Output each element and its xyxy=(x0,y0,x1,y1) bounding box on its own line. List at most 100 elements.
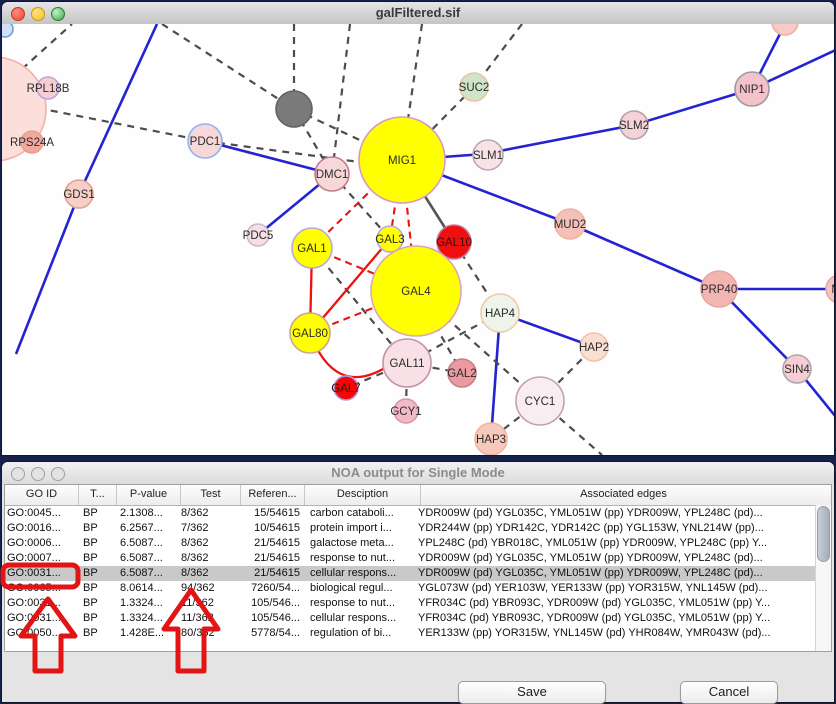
table-cell: cellular respons... xyxy=(300,611,415,626)
graph-node-label-GAL2: GAL2 xyxy=(447,368,476,380)
column-header-1[interactable]: T... xyxy=(79,485,117,505)
table-body: GO:0045...BP2.1308...8/36215/54615carbon… xyxy=(5,506,831,641)
table-cell: 6.5087... xyxy=(115,536,178,551)
graph-node-label-GAL1: GAL1 xyxy=(297,243,326,255)
graph-window-titlebar[interactable]: galFiltered.sif xyxy=(2,2,834,25)
table-cell: BP xyxy=(78,521,115,536)
table-cell: 11/362 xyxy=(178,596,237,611)
graph-node-gray-node[interactable] xyxy=(276,91,312,127)
table-row[interactable]: GO:0007...BP6.5087...8/36221/54615respon… xyxy=(5,551,831,566)
table-cell: galactose meta... xyxy=(300,536,415,551)
column-header-4[interactable]: Referen... xyxy=(241,485,305,505)
table-cell: BP xyxy=(78,581,115,596)
graph-node-label-SUC2: SUC2 xyxy=(459,82,490,94)
table-cell: GO:0045... xyxy=(5,506,78,521)
graph-edge-blue xyxy=(484,125,634,154)
table-cell: biological regul... xyxy=(300,581,415,596)
table-cell: 8/362 xyxy=(178,551,237,566)
table-row[interactable]: GO:0006...BP6.5087...8/36221/54615galact… xyxy=(5,536,831,551)
network-canvas[interactable]: RPL18BRPS24AGDS1PDC1DMC1SUC2MIG1SLM1SLM2… xyxy=(2,24,834,455)
table-cell: protein import i... xyxy=(300,521,415,536)
table-cell: BP xyxy=(78,626,115,641)
table-row[interactable]: GO:0031...BP6.5087...8/36221/54615cellul… xyxy=(5,566,831,581)
graph-node-label-GAL3: GAL3 xyxy=(375,234,404,246)
graph-edge-blue xyxy=(79,24,157,194)
table-cell: response to nut... xyxy=(300,551,415,566)
table-cell: 8.0614... xyxy=(115,581,178,596)
table-cell: 6.5087... xyxy=(115,551,178,566)
graph-node-label-GCY1: GCY1 xyxy=(390,406,421,418)
table-cell: 7/362 xyxy=(178,521,237,536)
graph-edge-dashed xyxy=(162,24,294,109)
graph-node-label-RPS24A: RPS24A xyxy=(10,137,54,149)
table-row[interactable]: GO:0065...BP8.0614...94/3627260/54...bio… xyxy=(5,581,831,596)
graph-node-label-GAL7: GAL7 xyxy=(331,383,360,395)
graph-edge-blue xyxy=(16,194,79,354)
table-cell: BP xyxy=(78,611,115,626)
table-cell: YDR009W (pd) YGL035C, YML051W (pp) YDR00… xyxy=(415,506,820,521)
table-cell: BP xyxy=(78,506,115,521)
graph-node-partial-topright[interactable] xyxy=(772,24,798,35)
table-cell: 10/54615 xyxy=(237,521,300,536)
table-cell: YFR034C (pd) YBR093C, YDR009W (pd) YGL03… xyxy=(415,596,820,611)
table-cell: YPL248C (pd) YBR018C, YML051W (pp) YDR00… xyxy=(415,536,820,551)
graph-node-label-RPL18B: RPL18B xyxy=(27,83,70,95)
table-cell: response to nut... xyxy=(300,596,415,611)
scrollbar-thumb[interactable] xyxy=(817,506,830,562)
table-row[interactable]: GO:0045...BP2.1308...8/36215/54615carbon… xyxy=(5,506,831,521)
graph-node-label-HAP3: HAP3 xyxy=(476,434,506,446)
cancel-button[interactable]: Cancel xyxy=(680,681,778,704)
column-header-3[interactable]: Test xyxy=(181,485,241,505)
graph-node-label-CYC1: CYC1 xyxy=(525,396,556,408)
table-cell: 21/54615 xyxy=(237,566,300,581)
column-header-5[interactable]: Desciption xyxy=(305,485,421,505)
table-row[interactable]: GO:0031...BP1.3324...11/362105/546...res… xyxy=(5,596,831,611)
table-cell: 15/54615 xyxy=(237,506,300,521)
network-graph: RPL18BRPS24AGDS1PDC1DMC1SUC2MIG1SLM1SLM2… xyxy=(2,24,834,455)
graph-node-label-MS-partial: MS xyxy=(831,284,834,296)
table-cell: GO:0007... xyxy=(5,551,78,566)
table-cell: YER133W (pp) YOR315W, YNL145W (pd) YHR08… xyxy=(415,626,820,641)
table-row[interactable]: GO:0016...BP6.2567...7/36210/54615protei… xyxy=(5,521,831,536)
column-header-6[interactable]: Associated edges xyxy=(421,485,826,505)
noa-window-title: NOA output for Single Mode xyxy=(2,465,834,480)
column-header-2[interactable]: P-value xyxy=(117,485,181,505)
table-cell: carbon cataboli... xyxy=(300,506,415,521)
table-cell: GO:0031... xyxy=(5,566,78,581)
table-cell: 5778/54... xyxy=(237,626,300,641)
graph-node-partial-topleft[interactable] xyxy=(2,24,13,37)
table-row[interactable]: GO:0031...BP1.3324...11/362105/546...cel… xyxy=(5,611,831,626)
go-results-table: GO IDT...P-valueTestReferen...Desciption… xyxy=(4,484,832,652)
table-cell: 8/362 xyxy=(178,536,237,551)
table-cell: 1.428E... xyxy=(115,626,178,641)
table-cell: cellular respons... xyxy=(300,566,415,581)
graph-edge-blue xyxy=(570,224,719,289)
table-cell: GO:0050... xyxy=(5,626,78,641)
graph-edge-dashed xyxy=(332,24,350,174)
table-cell: BP xyxy=(78,566,115,581)
graph-node-label-SLM1: SLM1 xyxy=(473,150,503,162)
table-cell: 6.5087... xyxy=(115,566,178,581)
column-header-0[interactable]: GO ID xyxy=(5,485,79,505)
graph-node-label-HAP2: HAP2 xyxy=(579,342,609,354)
noa-window-titlebar[interactable]: NOA output for Single Mode xyxy=(2,462,834,485)
save-button[interactable]: Save xyxy=(458,681,606,704)
graph-window-title: galFiltered.sif xyxy=(2,5,834,20)
graph-node-label-SIN4: SIN4 xyxy=(784,364,810,376)
table-cell: YDR009W (pd) YGL035C, YML051W (pp) YDR00… xyxy=(415,566,820,581)
table-cell: 105/546... xyxy=(237,611,300,626)
graph-window: galFiltered.sif RPL18BRPS24AGDS1PDC1DMC1… xyxy=(2,2,834,455)
table-cell: 11/362 xyxy=(178,611,237,626)
graph-node-label-MUD2: MUD2 xyxy=(554,219,587,231)
graph-node-label-GAL80: GAL80 xyxy=(292,328,328,340)
table-cell: BP xyxy=(78,596,115,611)
table-cell: YGL073W (pd) YER103W, YER133W (pp) YOR31… xyxy=(415,581,820,596)
table-cell: GO:0006... xyxy=(5,536,78,551)
table-row[interactable]: GO:0050...BP1.428E...80/3625778/54...reg… xyxy=(5,626,831,641)
table-cell: 6.2567... xyxy=(115,521,178,536)
graph-node-label-SLM2: SLM2 xyxy=(619,120,649,132)
vertical-scrollbar[interactable] xyxy=(815,505,831,651)
graph-node-label-MIG1: MIG1 xyxy=(388,155,416,167)
table-cell: 21/54615 xyxy=(237,536,300,551)
table-cell: BP xyxy=(78,536,115,551)
